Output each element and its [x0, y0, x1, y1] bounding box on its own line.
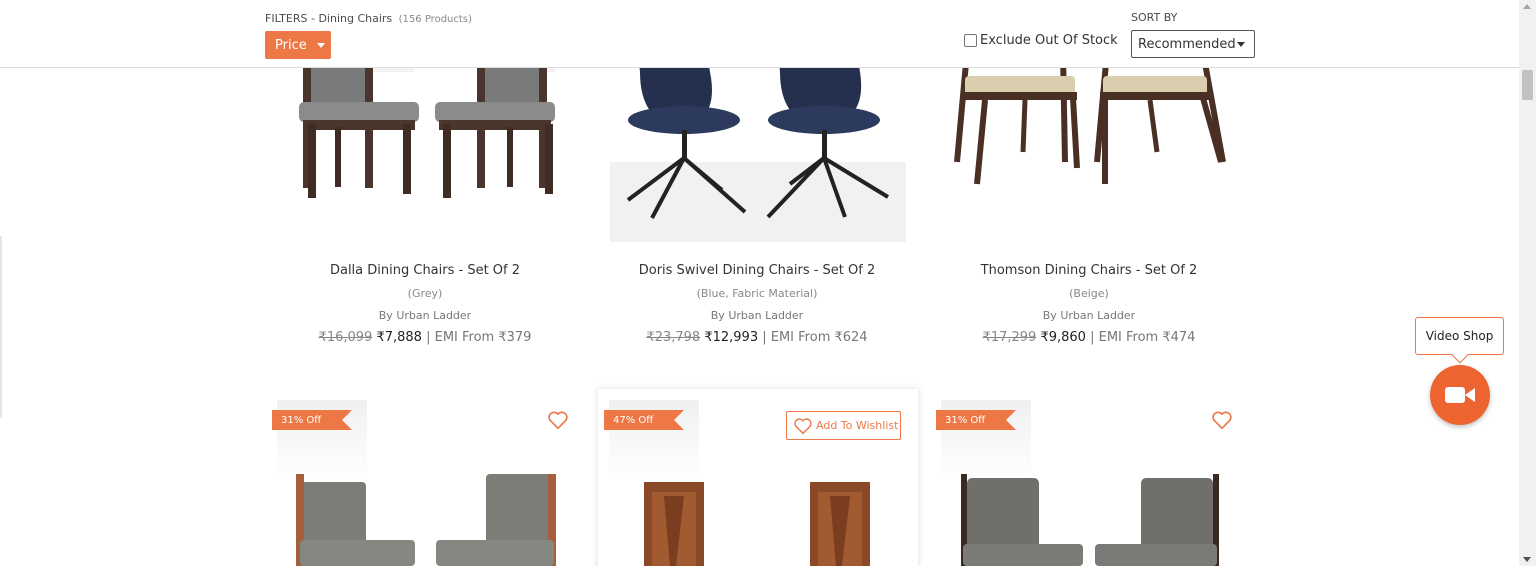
video-shop-button[interactable]: [1430, 365, 1490, 425]
scroll-thumb[interactable]: [1522, 70, 1533, 100]
page-scrollbar[interactable]: [1519, 0, 1536, 566]
chair-image: [961, 474, 1219, 566]
product-card-thomson[interactable]: Thomson Dining Chairs - Set Of 2 (Beige)…: [929, 263, 1249, 345]
emi-text: | EMI From ₹379: [426, 330, 532, 345]
wishlist-heart-icon[interactable]: [547, 410, 569, 430]
price-filter-label: Price: [275, 37, 307, 53]
exclude-out-of-stock-label: Exclude Out Of Stock: [980, 33, 1118, 48]
old-price: ₹17,299: [982, 330, 1037, 345]
product-brand: By Urban Ladder: [1042, 309, 1136, 322]
product-price: ₹23,798 ₹12,993 | EMI From ₹624: [597, 330, 917, 345]
exclude-out-of-stock-checkbox[interactable]: [964, 34, 977, 47]
product-price: ₹16,099 ₹7,888 | EMI From ₹379: [265, 330, 585, 345]
add-to-wishlist-label: Add To Wishlist: [816, 419, 899, 432]
exclude-out-of-stock[interactable]: Exclude Out Of Stock: [964, 33, 1118, 48]
product-card-dalla[interactable]: Dalla Dining Chairs - Set Of 2 (Grey) By…: [265, 263, 585, 345]
product-image-row2-2[interactable]: [640, 482, 880, 566]
filter-bar: FILTERS - Dining Chairs (156 Products) P…: [0, 0, 1519, 68]
scroll-up-icon[interactable]: [1523, 4, 1531, 9]
new-price: ₹9,860: [1040, 330, 1086, 345]
discount-badge: 31% Off: [936, 410, 1016, 430]
left-edge-panel: [0, 236, 2, 418]
emi-text: | EMI From ₹474: [1090, 330, 1196, 345]
product-image-row2-3[interactable]: [955, 474, 1225, 566]
chevron-down-icon: [316, 42, 325, 48]
sort-select[interactable]: Recommended: [1131, 30, 1255, 58]
chair-image: [644, 482, 870, 566]
new-price: ₹12,993: [704, 330, 759, 345]
product-card-doris[interactable]: Doris Swivel Dining Chairs - Set Of 2 (B…: [597, 263, 917, 345]
scroll-down-icon[interactable]: [1523, 557, 1531, 562]
sort-by-label: SORT BY: [1131, 11, 1178, 24]
product-name[interactable]: Doris Swivel Dining Chairs - Set Of 2: [597, 263, 917, 278]
chair-image: [296, 474, 556, 566]
discount-badge: 47% Off: [604, 410, 684, 430]
product-variant: (Grey): [407, 287, 443, 300]
filters-title: FILTERS - Dining Chairs (156 Products): [265, 12, 472, 25]
wishlist-heart-icon[interactable]: [1211, 410, 1233, 430]
emi-text: | EMI From ₹624: [762, 330, 868, 345]
product-name[interactable]: Dalla Dining Chairs - Set Of 2: [265, 263, 585, 278]
product-name[interactable]: Thomson Dining Chairs - Set Of 2: [929, 263, 1249, 278]
video-camera-icon: [1445, 387, 1475, 403]
product-brand: By Urban Ladder: [710, 309, 804, 322]
product-price: ₹17,299 ₹9,860 | EMI From ₹474: [929, 330, 1249, 345]
product-image-row2-1[interactable]: [290, 470, 565, 566]
new-price: ₹7,888: [376, 330, 422, 345]
product-variant: (Beige): [1069, 287, 1109, 300]
sort-selected-value: Recommended: [1138, 36, 1236, 52]
old-price: ₹23,798: [646, 330, 701, 345]
chevron-down-icon: [1237, 42, 1245, 47]
video-shop-tooltip[interactable]: Video Shop: [1415, 317, 1504, 355]
product-brand: By Urban Ladder: [378, 309, 472, 322]
product-count: (156 Products): [398, 14, 472, 25]
product-variant: (Blue, Fabric Material): [696, 287, 818, 300]
filters-label: FILTERS - Dining Chairs: [265, 12, 393, 25]
heart-icon: [794, 417, 812, 434]
old-price: ₹16,099: [318, 330, 373, 345]
add-to-wishlist-button[interactable]: Add To Wishlist: [786, 411, 901, 440]
price-filter-button[interactable]: Price: [265, 31, 331, 59]
discount-badge: 31% Off: [272, 410, 352, 430]
